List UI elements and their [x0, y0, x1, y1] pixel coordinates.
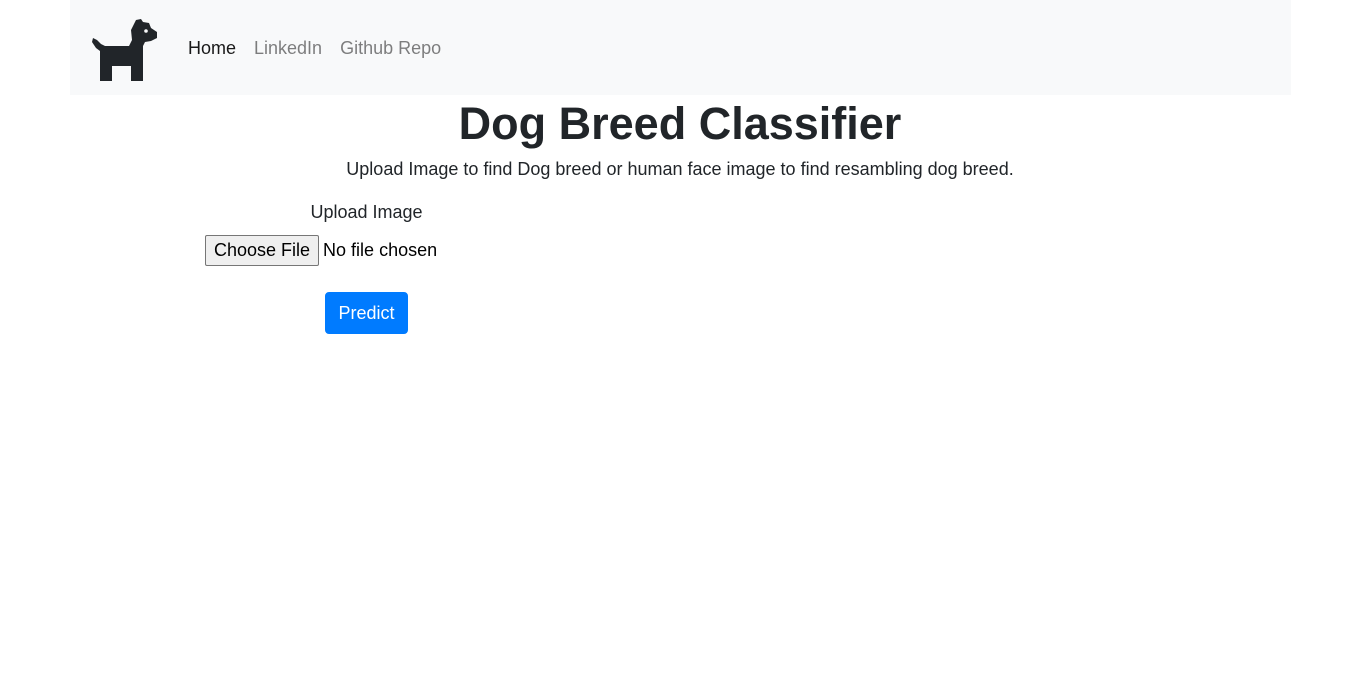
upload-image-label: Upload Image [310, 202, 423, 222]
file-input[interactable]: Choose File No file chosen [205, 235, 437, 266]
nav-links: Home LinkedIn Github Repo [188, 36, 459, 60]
choose-file-button[interactable]: Choose File [205, 235, 320, 266]
file-status-text: No file chosen [323, 240, 438, 260]
nav-item-linkedin[interactable]: LinkedIn [254, 36, 322, 60]
navbar: Home LinkedIn Github Repo [70, 0, 1291, 95]
predict-button[interactable]: Predict [325, 292, 408, 334]
upload-form: Upload Image Choose File No file chosen … [200, 200, 533, 334]
dog-icon[interactable] [91, 18, 158, 81]
nav-item-github-repo[interactable]: Github Repo [340, 36, 441, 60]
nav-item-home[interactable]: Home [188, 36, 236, 60]
page-title: Dog Breed Classifier [458, 98, 902, 149]
page-subtitle: Upload Image to find Dog breed or human … [346, 159, 1014, 179]
